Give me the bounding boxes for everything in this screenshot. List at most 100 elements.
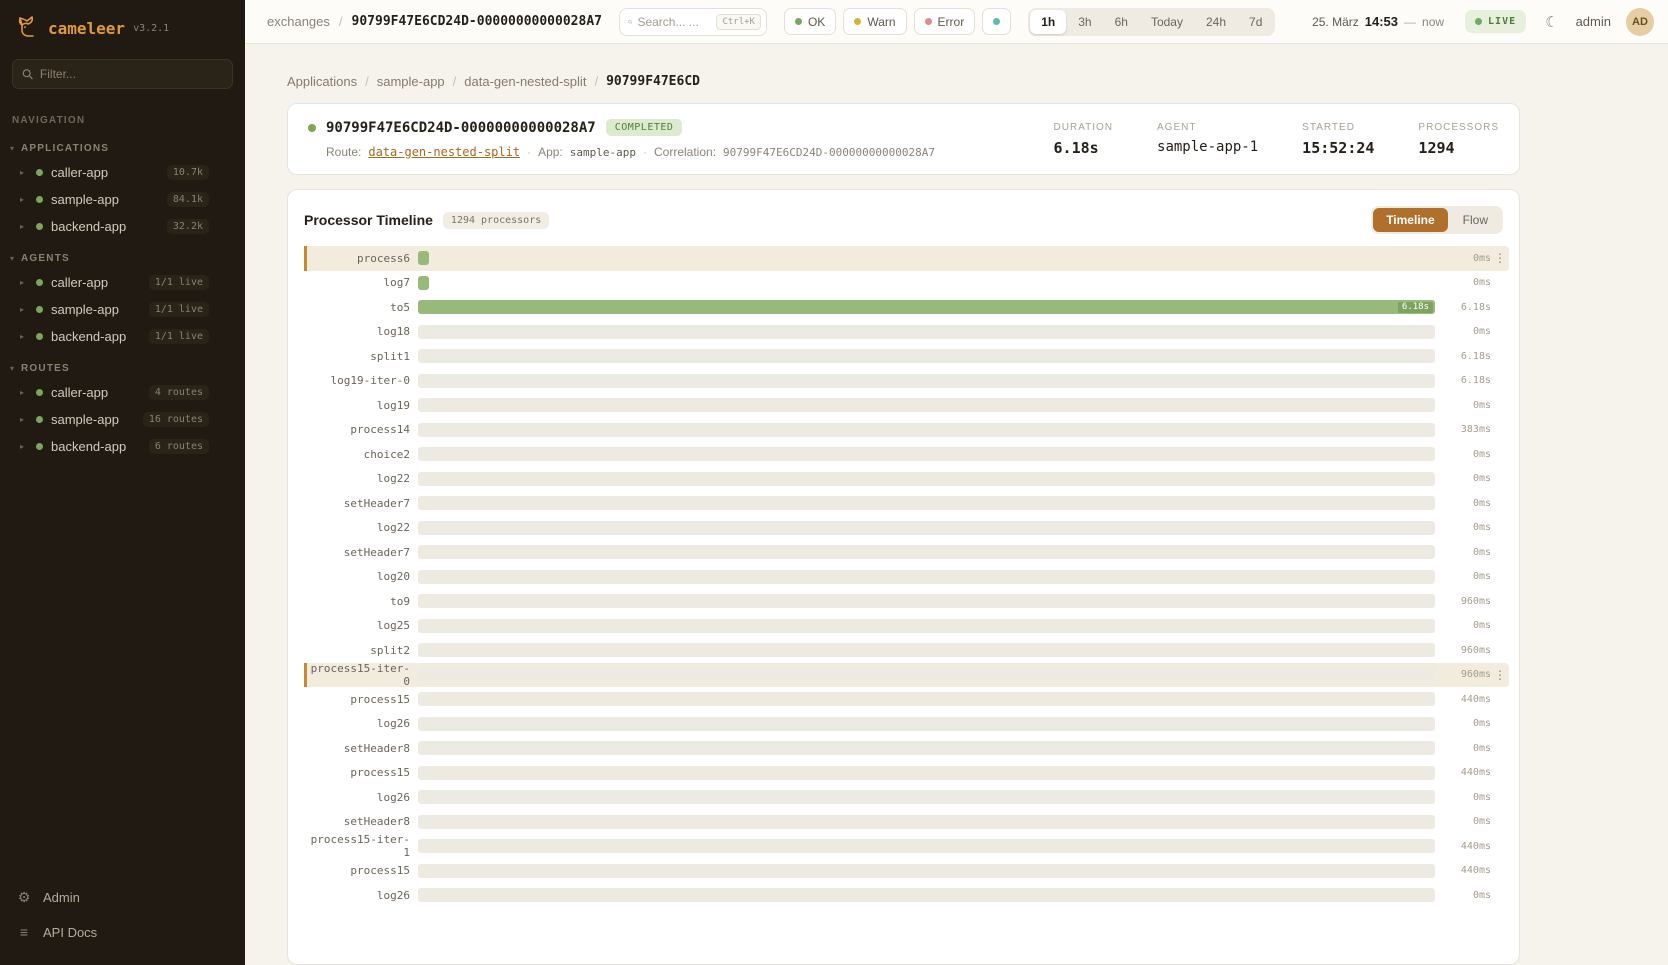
sidebar-item-caller-app[interactable]: ▸caller-app4 routes — [0, 379, 245, 406]
timeline-bar — [418, 545, 1435, 559]
timeline-track — [418, 423, 1435, 437]
range-button-1h[interactable]: 1h — [1030, 10, 1066, 34]
sidebar-item-label: caller-app — [51, 165, 159, 180]
timeline-view-button[interactable]: Timeline — [1373, 208, 1447, 232]
range-button-7d[interactable]: 7d — [1238, 10, 1273, 34]
range-button-6h[interactable]: 6h — [1104, 10, 1139, 34]
timeline-row[interactable]: process15-iter-0960ms⋮ — [304, 663, 1509, 688]
timeline-row[interactable]: split2960ms⋮ — [304, 638, 1509, 663]
timeline-row[interactable]: to9960ms⋮ — [304, 589, 1509, 614]
search-icon — [628, 16, 632, 28]
timeline-track: 6.18s — [418, 300, 1435, 314]
timeline-bar — [418, 496, 1435, 510]
sidebar-group-header[interactable]: ▾APPLICATIONS — [0, 130, 245, 159]
kebab-menu-icon[interactable]: ⋮ — [1491, 668, 1509, 682]
timeline-row[interactable]: process60ms⋮ — [304, 246, 1509, 271]
search-input[interactable] — [637, 15, 711, 29]
timeline-row[interactable]: log70ms⋮ — [304, 271, 1509, 296]
filter-chip-label: Error — [938, 15, 965, 29]
sidebar-item-badge: 32.2k — [167, 219, 209, 234]
timeline-row[interactable]: log220ms⋮ — [304, 467, 1509, 492]
duration-label: 383ms — [1435, 424, 1491, 435]
timeline-row[interactable]: process15-iter-1440ms⋮ — [304, 834, 1509, 859]
admin-link[interactable]: ⚙ Admin — [0, 880, 245, 915]
processor-name: log26 — [307, 717, 418, 730]
range-button-3h[interactable]: 3h — [1067, 10, 1102, 34]
timeline-row[interactable]: split16.18s⋮ — [304, 344, 1509, 369]
timeline-row[interactable]: log190ms⋮ — [304, 393, 1509, 418]
processor-timeline-card: Processor Timeline 1294 processors Timel… — [287, 189, 1520, 965]
breadcrumb-separator: / — [594, 74, 598, 89]
avatar[interactable]: AD — [1626, 8, 1654, 36]
sidebar-filter-input[interactable] — [40, 67, 223, 81]
filter-chip-warn[interactable]: Warn — [843, 8, 906, 35]
filter-chip-extra[interactable] — [982, 8, 1011, 35]
sidebar-item-backend-app[interactable]: ▸backend-app32.2k — [0, 213, 245, 240]
status-dot — [795, 18, 802, 25]
timeline-row[interactable]: log180ms⋮ — [304, 320, 1509, 345]
meta-separator: · — [527, 145, 531, 159]
route-link[interactable]: data-gen-nested-split — [368, 145, 520, 159]
timeline-row[interactable]: log200ms⋮ — [304, 565, 1509, 590]
timeline-row[interactable]: choice20ms⋮ — [304, 442, 1509, 467]
timeline-row[interactable]: process15440ms⋮ — [304, 761, 1509, 786]
timeline-row[interactable]: process15440ms⋮ — [304, 687, 1509, 712]
sidebar-item-sample-app[interactable]: ▸sample-app1/1 live — [0, 296, 245, 323]
search-box[interactable]: Ctrl+K — [619, 8, 767, 36]
breadcrumb-link[interactable]: data-gen-nested-split — [464, 74, 586, 89]
range-button-today[interactable]: Today — [1140, 10, 1194, 34]
timeline-bar — [418, 790, 1435, 804]
status-dot — [925, 18, 932, 25]
timeline-bar — [418, 888, 1435, 902]
sidebar-group-header[interactable]: ▾ROUTES — [0, 350, 245, 379]
timeline-row[interactable]: setHeader70ms⋮ — [304, 540, 1509, 565]
timeline-track — [418, 570, 1435, 584]
filter-chip-ok[interactable]: OK — [784, 8, 836, 35]
timeline-track — [418, 276, 1435, 290]
sidebar-item-sample-app[interactable]: ▸sample-app16 routes — [0, 406, 245, 433]
timeline-bar: 6.18s — [418, 300, 1435, 314]
stat-value: 15:52:24 — [1302, 139, 1374, 157]
kebab-menu-icon[interactable]: ⋮ — [1491, 251, 1509, 265]
processor-name: log26 — [307, 791, 418, 804]
timeline-row[interactable]: log260ms⋮ — [304, 785, 1509, 810]
flow-view-button[interactable]: Flow — [1450, 208, 1501, 232]
processor-name: log22 — [307, 521, 418, 534]
timeline-row[interactable]: process14383ms⋮ — [304, 418, 1509, 443]
sidebar-item-badge: 16 routes — [143, 412, 209, 427]
processor-name: process15 — [307, 864, 418, 877]
topbar-breadcrumb-section[interactable]: exchanges — [267, 14, 330, 29]
timeline-row[interactable]: log250ms⋮ — [304, 614, 1509, 639]
breadcrumb-link[interactable]: sample-app — [377, 74, 445, 89]
api-docs-link[interactable]: ≡ API Docs — [0, 915, 245, 949]
duration-label: 0ms — [1435, 326, 1491, 337]
filter-chip-error[interactable]: Error — [914, 8, 976, 35]
time-range-display[interactable]: 25. März 14:53 — now — [1312, 14, 1444, 29]
range-button-24h[interactable]: 24h — [1195, 10, 1237, 34]
sidebar-item-backend-app[interactable]: ▸backend-app6 routes — [0, 433, 245, 460]
timeline-row[interactable]: log19-iter-06.18s⋮ — [304, 369, 1509, 394]
timeline-row[interactable]: log260ms⋮ — [304, 883, 1509, 908]
timeline-row[interactable]: setHeader80ms⋮ — [304, 736, 1509, 761]
sidebar-filter[interactable] — [12, 59, 233, 89]
sidebar-group-header[interactable]: ▾AGENTS — [0, 240, 245, 269]
timeline-row[interactable]: setHeader70ms⋮ — [304, 491, 1509, 516]
live-badge[interactable]: LIVE — [1465, 10, 1526, 33]
dark-mode-toggle-icon[interactable]: ☾ — [1545, 13, 1558, 31]
breadcrumb-link[interactable]: Applications — [287, 74, 357, 89]
sidebar-item-caller-app[interactable]: ▸caller-app1/1 live — [0, 269, 245, 296]
sidebar: cameleer v3.2.1 NAVIGATION ▾APPLICATIONS… — [0, 0, 245, 965]
sidebar-item-sample-app[interactable]: ▸sample-app84.1k — [0, 186, 245, 213]
status-dot — [36, 169, 43, 176]
sidebar-item-caller-app[interactable]: ▸caller-app10.7k — [0, 159, 245, 186]
timeline-row[interactable]: setHeader80ms⋮ — [304, 810, 1509, 835]
timeline-row[interactable]: process15440ms⋮ — [304, 859, 1509, 884]
sidebar-item-backend-app[interactable]: ▸backend-app1/1 live — [0, 323, 245, 350]
chevron-right-icon: ▸ — [20, 222, 28, 231]
timeline-row[interactable]: to56.18s6.18s⋮ — [304, 295, 1509, 320]
timeline-row[interactable]: log220ms⋮ — [304, 516, 1509, 541]
timeline-row[interactable]: log260ms⋮ — [304, 712, 1509, 737]
chevron-down-icon: ▾ — [10, 254, 14, 263]
processor-name: log7 — [307, 276, 418, 289]
processor-name: setHeader7 — [307, 546, 418, 559]
